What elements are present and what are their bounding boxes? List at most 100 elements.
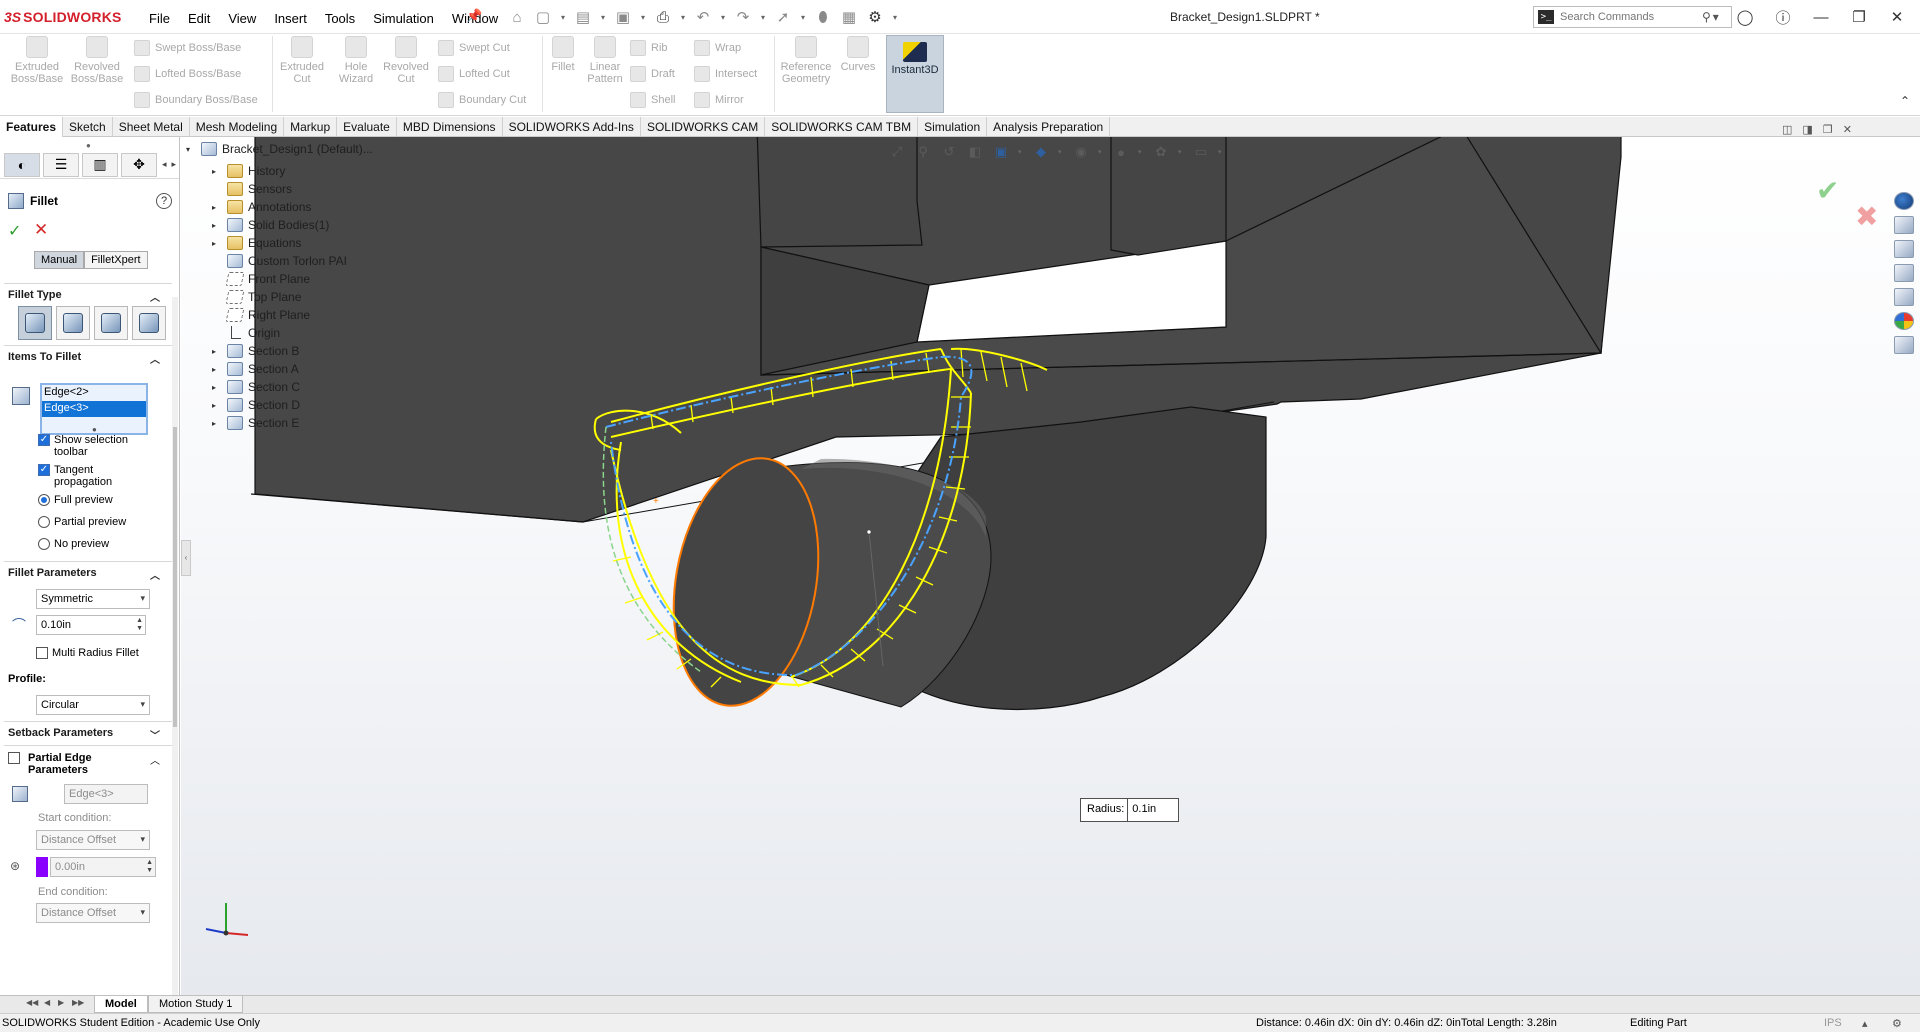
design-library-icon[interactable] [1894, 240, 1914, 258]
print-icon[interactable]: ⎙ [652, 6, 674, 28]
panel-scrollbar[interactable] [172, 297, 178, 995]
viewport-expand-icon[interactable]: ◨ [1802, 123, 1812, 136]
tree-item-right-plane[interactable]: Right Plane [212, 308, 310, 322]
tabs-scroll-left-icon[interactable]: ◂ [162, 159, 167, 170]
tab-markup[interactable]: Markup [284, 117, 338, 137]
display-style-dropdown-icon[interactable]: ▾ [1058, 148, 1064, 156]
open-icon[interactable]: ▤ [572, 6, 594, 28]
tree-item-front-plane[interactable]: Front Plane [212, 272, 310, 286]
search-commands[interactable]: >_ ⚲ ▾ [1533, 6, 1732, 28]
scene-dropdown-icon[interactable]: ▾ [1178, 148, 1184, 156]
previous-view-icon[interactable]: ↺ [940, 143, 958, 161]
instant3d-button[interactable]: Instant3D [886, 35, 944, 113]
display-style-icon[interactable]: ◆ [1032, 143, 1050, 161]
expand-chevron-icon[interactable]: ﹀ [150, 727, 160, 742]
configuration-manager-tab[interactable]: ▥ [82, 152, 118, 177]
edit-appearance-icon[interactable]: ● [1112, 143, 1130, 161]
new-dropdown-icon[interactable]: ▾ [558, 13, 568, 22]
collapse-chevron-icon[interactable]: ︿ [150, 752, 160, 776]
partial-edge-checkbox[interactable] [8, 752, 20, 764]
tree-item-section-b[interactable]: ▸ Section B [212, 344, 299, 358]
appearances-icon[interactable] [1894, 312, 1914, 330]
radius-input[interactable]: 0.10in ▲ ▼ [36, 615, 146, 635]
expand-icon[interactable]: ▸ [212, 221, 222, 230]
extruded-boss-button[interactable]: Extruded Boss/Base [6, 36, 68, 85]
hide-show-dropdown-icon[interactable]: ▾ [1098, 148, 1104, 156]
menu-simulation[interactable]: Simulation [364, 9, 443, 28]
confirm-corner-cancel-icon[interactable]: ✖ [1855, 200, 1878, 233]
solidworks-logo[interactable]: 3S SOLIDWORKS [4, 8, 122, 26]
save-dropdown-icon[interactable]: ▾ [638, 13, 648, 22]
tab-solidworks-add-ins[interactable]: SOLIDWORKS Add-Ins [503, 117, 641, 137]
tree-item-section-e[interactable]: ▸ Section E [212, 416, 299, 430]
mirror-button[interactable]: Mirror [694, 92, 744, 108]
viewport-split-icon[interactable]: ◫ [1782, 123, 1792, 136]
next-tab-icon[interactable]: ▶ [58, 998, 64, 1007]
panel-splitter-handle[interactable]: ‹ [181, 540, 191, 576]
scrollbar-thumb[interactable] [173, 427, 177, 727]
close-icon[interactable]: ✕ [1878, 4, 1916, 30]
property-manager-tab[interactable]: ☰ [43, 152, 79, 177]
resize-grip-icon[interactable]: ● [92, 425, 97, 434]
tab-features[interactable]: Features [0, 117, 64, 137]
pin-menu-icon[interactable]: 📌 [466, 8, 482, 24]
search-dropdown-icon[interactable]: ▾ [1713, 10, 1719, 24]
feature-manager-tab[interactable]: ◐ [4, 152, 40, 177]
menu-edit[interactable]: Edit [179, 9, 219, 28]
tree-item-material[interactable]: Custom Torlon PAI [212, 254, 347, 268]
new-document-icon[interactable]: ▢ [532, 6, 554, 28]
expand-icon[interactable]: ▸ [212, 383, 222, 392]
file-explorer-icon[interactable] [1894, 264, 1914, 282]
restore-icon[interactable]: ❐ [1840, 4, 1878, 30]
status-options-icon[interactable]: ⚙ [1892, 1017, 1902, 1030]
custom-properties-icon[interactable] [1894, 336, 1914, 354]
user-account-icon[interactable]: ◯ [1726, 4, 1764, 30]
tree-root[interactable]: ▾ Bracket_Design1 (Default)... [186, 142, 373, 156]
redo-dropdown-icon[interactable]: ▾ [758, 13, 768, 22]
save-icon[interactable]: ▣ [612, 6, 634, 28]
tab-motion-study-1[interactable]: Motion Study 1 [148, 996, 244, 1013]
tree-item-history[interactable]: ▸ History [212, 164, 285, 178]
graphics-area[interactable]: + [181, 137, 1920, 995]
manual-tab[interactable]: Manual [34, 251, 85, 269]
offset-input[interactable]: 0.00in ▲ ▼ [50, 857, 156, 877]
expand-icon[interactable]: ▸ [212, 167, 222, 176]
minimize-icon[interactable]: — [1802, 4, 1840, 30]
edge-list-item-selected[interactable]: Edge<3> [42, 401, 146, 417]
tangent-propagation-checkbox[interactable]: ✓ [38, 464, 50, 476]
expand-icon[interactable]: ▸ [212, 419, 222, 428]
view-settings-dropdown-icon[interactable]: ▾ [1218, 148, 1224, 156]
home-tab-icon[interactable] [1894, 216, 1914, 234]
view-settings-icon[interactable]: ▭ [1192, 143, 1210, 161]
ok-button[interactable]: ✓ [8, 221, 21, 241]
intersect-button[interactable]: Intersect [694, 66, 757, 82]
collapse-chevron-icon[interactable]: ︿ [150, 289, 160, 304]
boundary-boss-button[interactable]: Boundary Boss/Base [134, 92, 258, 108]
collapse-ribbon-icon[interactable]: ⌃ [1900, 94, 1910, 108]
tab-sheet-metal[interactable]: Sheet Metal [113, 117, 190, 137]
help-circle-icon[interactable]: ⓘ [1764, 4, 1802, 30]
print-dropdown-icon[interactable]: ▾ [678, 13, 688, 22]
tree-item-origin[interactable]: Origin [212, 326, 280, 340]
panel-grip[interactable]: ● [86, 141, 91, 150]
tabs-scroll-right-icon[interactable]: ▸ [172, 159, 177, 170]
swept-boss-button[interactable]: Swept Boss/Base [134, 40, 241, 56]
expand-icon[interactable]: ▸ [212, 365, 222, 374]
multi-radius-checkbox[interactable] [36, 647, 48, 659]
lofted-boss-button[interactable]: Lofted Boss/Base [134, 66, 241, 82]
full-round-fillet-button[interactable] [132, 306, 166, 340]
open-dropdown-icon[interactable]: ▾ [598, 13, 608, 22]
full-preview-option[interactable]: Full preview [38, 494, 113, 506]
prev-tab-icon[interactable]: ◀ [44, 998, 50, 1007]
collapse-chevron-icon[interactable]: ︿ [150, 567, 160, 582]
no-preview-option[interactable]: No preview [38, 538, 109, 550]
items-to-fillet-section[interactable]: Items To Fillet ︿ [8, 351, 160, 366]
show-selection-toolbar-checkbox[interactable]: ✓ [38, 434, 50, 446]
partial-preview-option[interactable]: Partial preview [38, 516, 126, 528]
expand-icon[interactable]: ▸ [212, 203, 222, 212]
partial-edge-section[interactable]: Partial Edge Parameters ︿ [8, 752, 160, 776]
unit-system[interactable]: IPS [1824, 1017, 1842, 1029]
fillet-type-section[interactable]: Fillet Type ︿ [8, 289, 160, 304]
revolved-boss-button[interactable]: Revolved Boss/Base [66, 36, 128, 85]
spin-arrows-icon[interactable]: ▲ ▼ [136, 617, 143, 633]
